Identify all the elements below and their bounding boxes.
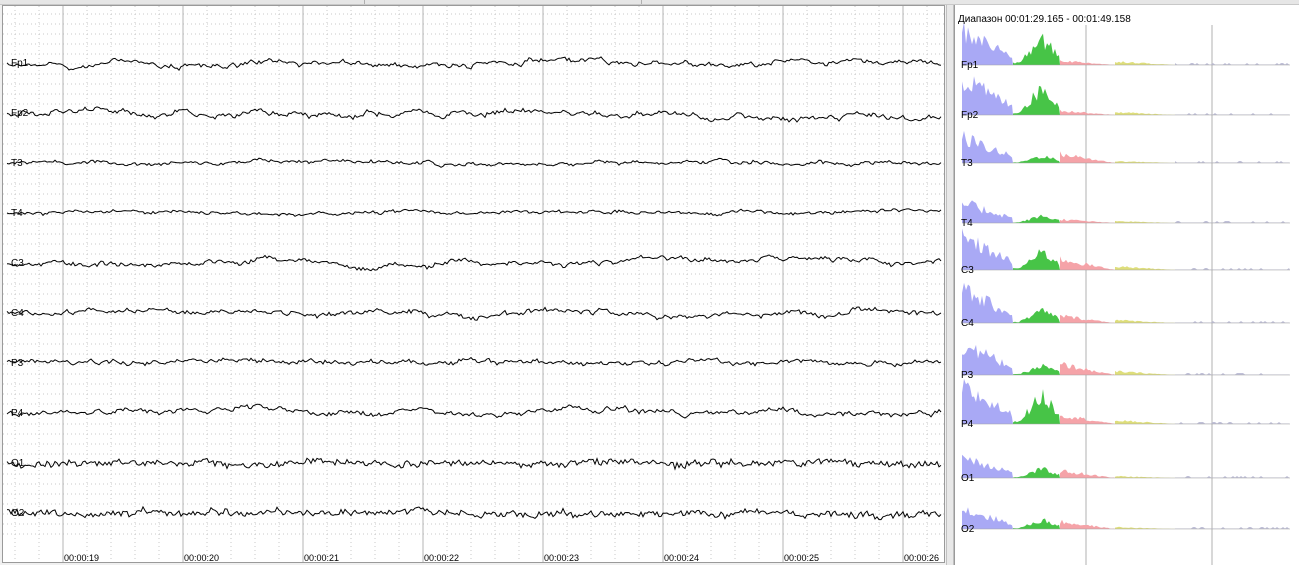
spectrum-band-theta <box>1013 518 1060 529</box>
time-tick-label: 00:00:19 <box>64 553 100 563</box>
spectrum-channel-label: T3 <box>961 158 973 169</box>
spectrum-channel-label: Fp1 <box>961 60 979 71</box>
spectrum-band-delta <box>962 282 1013 323</box>
eeg-trace-p4 <box>6 403 942 419</box>
eeg-channel-label[interactable]: T3 <box>11 159 23 169</box>
spectrum-band-theta <box>1013 363 1060 375</box>
spectrum-canvas <box>962 21 1290 565</box>
eeg-channel-label[interactable]: O1 <box>11 459 24 469</box>
eeg-trace-o2 <box>6 505 942 521</box>
time-tick-label: 00:00:26 <box>904 553 940 563</box>
spectrum-band-alpha <box>1060 218 1115 223</box>
spectrum-band-alpha <box>1060 151 1115 163</box>
eeg-trace-t3 <box>6 157 942 168</box>
spectrum-band-theta <box>1013 214 1060 223</box>
spectrum-band-gamma <box>1175 63 1290 65</box>
spectrum-channel-label: C4 <box>961 318 974 329</box>
eeg-channel-label[interactable]: C4 <box>11 309 24 319</box>
spectrum-band-gamma <box>1175 113 1290 115</box>
eeg-channel-label[interactable]: P3 <box>11 359 23 369</box>
spectrum-band-beta <box>1115 112 1175 115</box>
spectrum-band-theta <box>1013 249 1060 270</box>
spectrum-band-delta <box>962 378 1013 424</box>
spectrum-band-alpha <box>1060 362 1115 375</box>
spectrum-band-delta <box>962 228 1013 270</box>
time-tick-label: 00:00:22 <box>424 553 460 563</box>
spectrum-band-theta <box>1013 467 1060 478</box>
time-tick-label: 00:00:23 <box>544 553 580 563</box>
spectrum-band-gamma <box>1175 527 1290 529</box>
eeg-trace-fp1 <box>6 56 942 72</box>
spectrum-channel-label: Fp2 <box>961 110 979 121</box>
eeg-channel-label[interactable]: O2 <box>11 509 24 519</box>
spectrum-range-label: Диапазон 00:01:29.165 - 00:01:49.158 <box>958 14 1131 25</box>
spectrum-band-delta <box>962 21 1013 65</box>
spectrum-band-theta <box>1013 389 1060 424</box>
spectrum-band-beta <box>1115 420 1175 424</box>
spectrum-band-gamma <box>1175 476 1290 478</box>
spectrum-band-theta <box>1013 85 1060 115</box>
time-tick-label: 00:00:21 <box>304 553 340 563</box>
tab-separator <box>364 0 365 4</box>
spectrum-band-gamma <box>1175 268 1290 270</box>
spectrum-band-alpha <box>1060 314 1115 323</box>
spectrum-band-beta <box>1115 475 1175 478</box>
spectrum-panel[interactable]: Диапазон 00:01:29.165 - 00:01:49.158 Fp1… <box>954 5 1299 565</box>
spectrum-band-gamma <box>1175 321 1290 323</box>
tab-separator <box>641 0 642 4</box>
spectrum-band-gamma <box>1175 221 1290 223</box>
spectrum-band-beta <box>1115 370 1175 375</box>
spectrum-channel-label: O1 <box>961 473 975 484</box>
spectrum-band-gamma <box>1175 373 1290 375</box>
time-tick-label: 00:00:24 <box>664 553 700 563</box>
spectrum-band-alpha <box>1060 256 1115 270</box>
spectrum-channel-label: C3 <box>961 265 974 276</box>
spectrum-band-gamma <box>1175 161 1290 163</box>
spectrum-band-beta <box>1115 61 1175 65</box>
spectrum-band-theta <box>1013 155 1060 163</box>
eeg-trace-t4 <box>6 208 942 217</box>
eeg-channel-label[interactable]: P4 <box>11 409 23 419</box>
spectrum-band-beta <box>1115 319 1175 323</box>
eeg-channel-label[interactable]: C3 <box>11 259 24 269</box>
time-tick-label: 00:00:20 <box>184 553 220 563</box>
spectrum-band-theta <box>1013 33 1060 65</box>
eeg-channel-label[interactable]: Fp1 <box>11 59 28 69</box>
spectrum-band-beta <box>1115 266 1175 270</box>
spectrum-band-alpha <box>1060 60 1115 65</box>
spectrum-band-alpha <box>1060 109 1115 115</box>
spectrum-channel-label: P3 <box>961 370 974 381</box>
spectrum-band-alpha <box>1060 469 1115 478</box>
eeg-channel-label[interactable]: T4 <box>11 209 23 219</box>
eeg-trace-panel[interactable]: Fp1 Fp2 T3 T4 C3 C4 P3 P4 O1 O2 00:00:19 00:00:20 0… <box>2 5 945 563</box>
time-tick-label: 00:00:25 <box>784 553 820 563</box>
spectrum-band-gamma <box>1175 422 1290 424</box>
eeg-traces-canvas[interactable] <box>3 6 945 563</box>
spectrum-band-alpha <box>1060 519 1115 529</box>
spectrum-band-alpha <box>1060 415 1115 424</box>
eeg-trace-p3 <box>6 356 942 368</box>
spectrum-band-theta <box>1013 308 1060 323</box>
spectrum-channel-label: T4 <box>961 218 973 229</box>
spectrum-band-beta <box>1115 161 1175 163</box>
spectrum-channel-label: O2 <box>961 524 975 535</box>
eeg-trace-c3 <box>6 254 942 272</box>
spectrum-band-beta <box>1115 220 1175 223</box>
spectrum-band-beta <box>1115 526 1175 529</box>
panel-splitter[interactable] <box>946 5 954 565</box>
spectrum-channel-label: P4 <box>961 419 974 430</box>
eeg-channel-label[interactable]: Fp2 <box>11 109 28 119</box>
